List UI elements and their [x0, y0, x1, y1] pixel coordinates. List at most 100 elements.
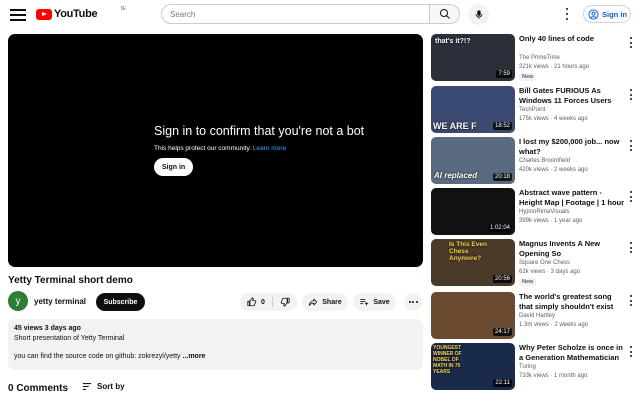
search-button[interactable]	[430, 4, 460, 24]
sort-icon	[82, 383, 92, 390]
recommended-video-title[interactable]: Magnus Invents A New Opening So OUTRAGEO…	[519, 239, 625, 258]
recommended-video[interactable]: 1:02:04 Abstract wave pattern - Height Ma…	[431, 188, 636, 235]
bot-check-title: Sign in to confirm that you're not a bot	[154, 124, 365, 138]
video-duration: 22:11	[493, 379, 512, 387]
more-actions-icon[interactable]	[404, 293, 422, 311]
share-label: Share	[322, 298, 342, 306]
voice-search-button[interactable]	[468, 4, 489, 25]
video-menu-icon[interactable]	[628, 37, 634, 48]
like-dislike-group: 0	[240, 293, 297, 311]
recommended-video-stats: 175k views · 4 weeks ago	[519, 116, 588, 122]
recommended-video[interactable]: Is This Even Chess Anymore? 20:56 Magnus I…	[431, 239, 636, 286]
youtube-logo[interactable]: YouTube IE	[36, 6, 126, 20]
sort-label: Sort by	[97, 382, 125, 391]
save-playlist-icon	[360, 299, 369, 306]
video-thumbnail[interactable]: that's it?!? 7:59	[431, 34, 515, 81]
video-title: Yetty Terminal short demo	[8, 275, 133, 286]
share-icon	[309, 298, 318, 306]
microphone-icon	[475, 10, 482, 19]
share-button[interactable]: Share	[302, 293, 348, 311]
recommended-channel-name[interactable]: The PrimeTime	[519, 55, 560, 61]
thumbnail-caption: YOUNGEST WINNER OF NOBEL OF MATH IN 70 Y…	[433, 345, 462, 375]
recommended-video[interactable]: AI replaced 20:18 I lost my $200,000 job..…	[431, 137, 636, 184]
search-placeholder: Search	[170, 9, 196, 19]
channel-name[interactable]: yetty terminal	[34, 297, 86, 306]
recommended-video[interactable]: YOUNGEST WINNER OF NOBEL OF MATH IN 70 Y…	[431, 343, 636, 390]
video-duration: 20:56	[492, 275, 512, 283]
thumbnail-caption: Is This Even Chess Anymore?	[449, 241, 487, 262]
recommended-channel-name[interactable]: Charles Broomfield	[519, 158, 570, 164]
video-menu-icon[interactable]	[628, 191, 634, 202]
video-thumbnail[interactable]: AI replaced 20:18	[431, 137, 515, 184]
video-thumbnail[interactable]: 24:17	[431, 292, 515, 339]
video-menu-icon[interactable]	[628, 295, 634, 306]
recommended-video[interactable]: that's it?!? 7:59 Only 40 lines of code The…	[431, 34, 636, 81]
recommended-channel-name[interactable]: David Hartley	[519, 313, 555, 319]
new-badge: New	[519, 73, 537, 81]
recommended-video-title[interactable]: Why Peter Scholze is once in a Generatio…	[519, 343, 625, 362]
like-button[interactable]: 0	[240, 293, 272, 311]
recommended-video-title[interactable]: Only 40 lines of code	[519, 34, 625, 44]
video-thumbnail[interactable]: YOUNGEST WINNER OF NOBEL OF MATH IN 70 Y…	[431, 343, 515, 390]
description-box[interactable]: 45 views 3 days ago Short presentation o…	[8, 319, 423, 370]
save-label: Save	[373, 298, 390, 306]
recommended-video-title[interactable]: Abstract wave pattern - Height Map | Foo…	[519, 188, 625, 207]
video-thumbnail[interactable]: Is This Even Chess Anymore? 20:56	[431, 239, 515, 286]
recommended-channel-name[interactable]: TechPoint	[519, 107, 545, 113]
account-icon	[588, 8, 599, 20]
video-duration: 24:17	[492, 328, 512, 336]
recommended-video-stats: 420k views · 2 weeks ago	[519, 167, 588, 173]
recommended-video-stats: 62k views · 3 days ago	[519, 269, 581, 275]
new-badge: New	[519, 278, 537, 286]
learn-more-link[interactable]: Learn more	[253, 145, 286, 152]
settings-more-icon[interactable]	[563, 8, 571, 20]
like-count: 0	[261, 298, 265, 306]
video-thumbnail[interactable]: 1:02:04	[431, 188, 515, 235]
video-duration: 1:02:04	[487, 224, 512, 232]
recommended-channel-name[interactable]: HypnoRimaVisuals	[519, 209, 570, 215]
recommended-video-title[interactable]: The world's greatest song that simply sh…	[519, 292, 625, 311]
recommended-channel-name[interactable]: Turing	[519, 364, 536, 370]
bot-check-subtitle: This helps protect our community. Learn …	[154, 145, 286, 152]
sign-in-label: Sign in	[602, 9, 627, 19]
sort-comments-button[interactable]: Sort by	[82, 382, 125, 391]
description-line-1: Short presentation of Yetty Terminal	[14, 335, 125, 342]
bot-check-text: This helps protect our community.	[154, 145, 252, 152]
thumbnail-caption: WE ARE F	[433, 121, 477, 131]
video-menu-icon[interactable]	[628, 346, 634, 357]
video-player[interactable]: Sign in to confirm that you're not a bot…	[8, 34, 423, 267]
description-text: you can find the source code on github: …	[14, 353, 181, 360]
search-icon	[439, 9, 450, 19]
description-line-2: you can find the source code on github: …	[14, 353, 417, 360]
comments-count: 0 Comments	[8, 383, 69, 394]
recommended-video-stats: 321k views · 21 hours ago	[519, 64, 590, 70]
video-menu-icon[interactable]	[628, 140, 634, 151]
logo-region: IE	[121, 6, 126, 12]
menu-icon[interactable]	[10, 7, 26, 21]
recommended-channel-name[interactable]: Square One Chess	[519, 260, 570, 266]
subscribe-button[interactable]: Subscribe	[96, 293, 145, 311]
thumbs-up-icon	[247, 297, 257, 307]
recommended-video-title[interactable]: Bill Gates FURIOUS As Windows 11 Forces …	[519, 86, 625, 105]
dislike-button[interactable]	[273, 293, 297, 311]
view-count-date: 45 views 3 days ago	[14, 325, 81, 332]
recommended-video[interactable]: 24:17 The world's greatest song that simp…	[431, 292, 636, 339]
video-menu-icon[interactable]	[628, 242, 634, 253]
channel-avatar[interactable]: y	[8, 291, 28, 311]
recommended-video-stats: 399k views · 1 year ago	[519, 218, 583, 224]
logo-text: YouTube	[54, 8, 98, 20]
video-thumbnail[interactable]: WE ARE F 18:52	[431, 86, 515, 133]
video-duration: 20:18	[492, 173, 512, 181]
youtube-play-icon	[36, 8, 52, 20]
recommended-video-title[interactable]: I lost my $200,000 job... now what?	[519, 137, 625, 156]
recommended-video[interactable]: WE ARE F 18:52 Bill Gates FURIOUS As Windo…	[431, 86, 636, 133]
video-duration: 18:52	[492, 122, 512, 130]
search-input[interactable]: Search	[161, 4, 430, 24]
save-button[interactable]: Save	[353, 293, 396, 311]
show-more-link[interactable]: ...more	[183, 353, 206, 360]
sign-in-button[interactable]: Sign in	[583, 5, 631, 23]
video-menu-icon[interactable]	[628, 89, 634, 100]
top-bar: YouTube IE Search Sign in	[0, 0, 640, 28]
video-duration: 7:59	[496, 70, 512, 78]
player-sign-in-button[interactable]: Sign in	[154, 158, 193, 176]
